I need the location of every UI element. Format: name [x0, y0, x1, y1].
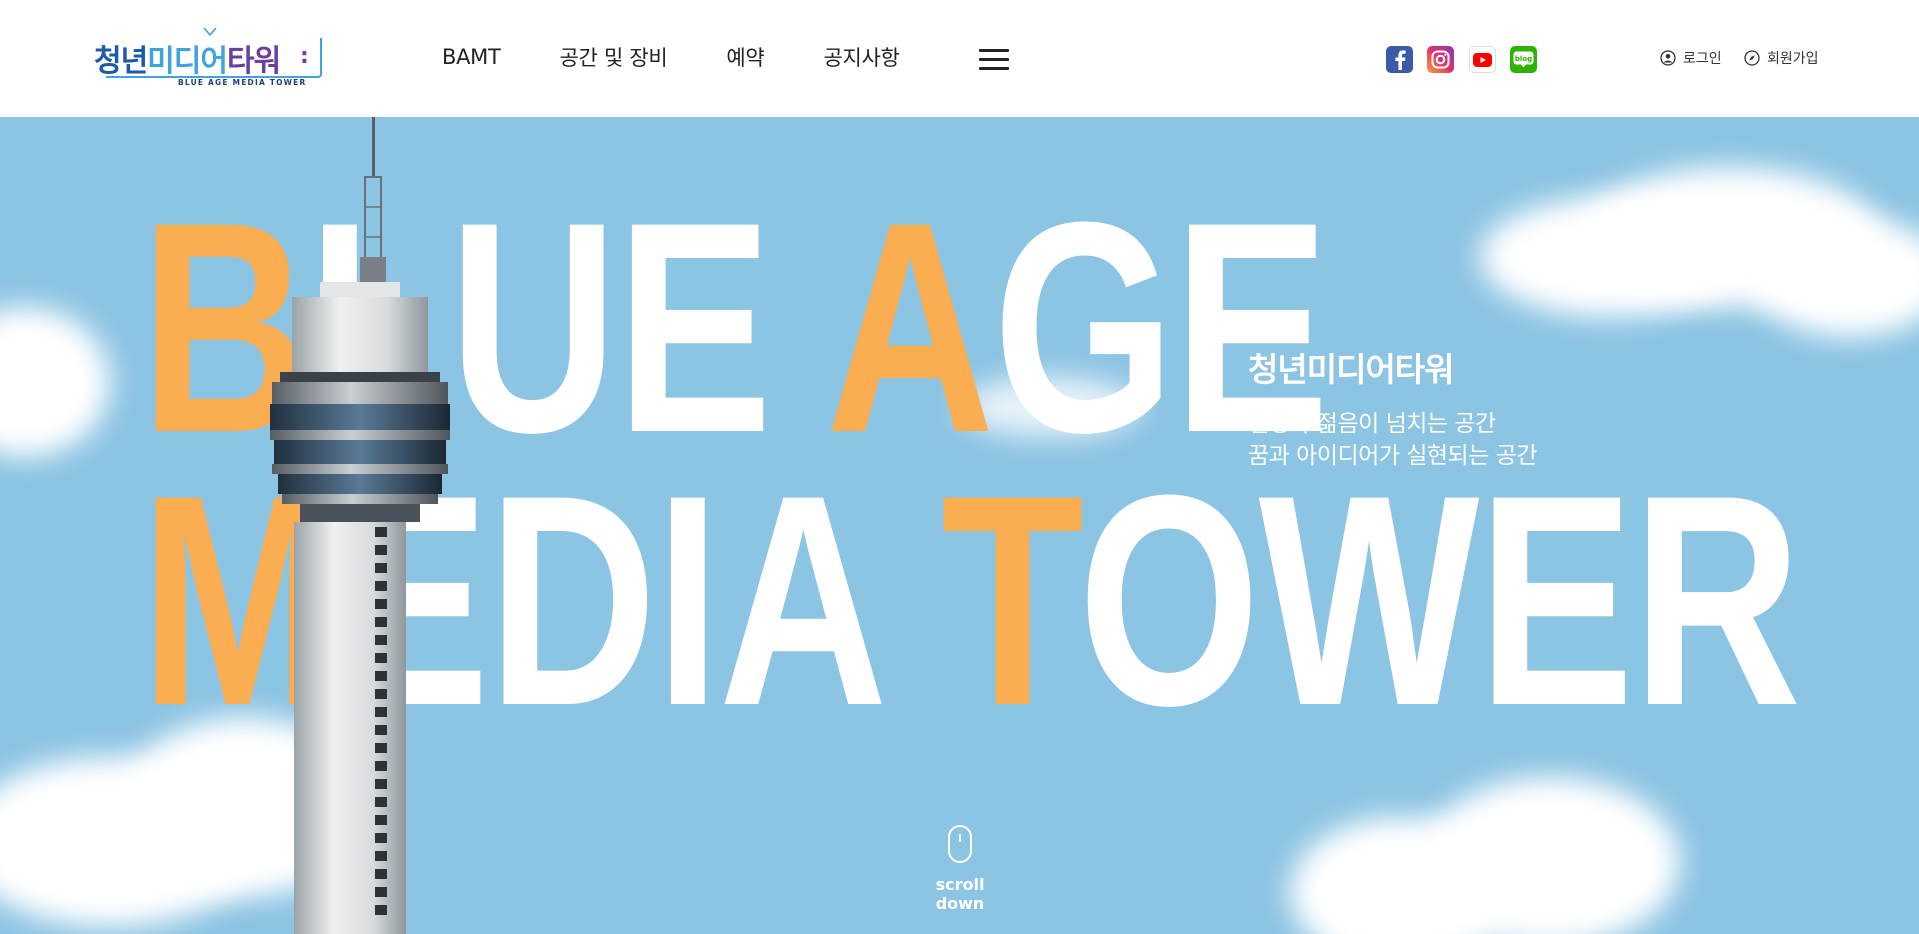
login-link[interactable]: 로그인 — [1660, 48, 1722, 68]
cloud — [1420, 777, 1680, 934]
login-label: 로그인 — [1683, 51, 1722, 67]
youtube-icon[interactable] — [1469, 46, 1496, 73]
hero-line-2: 꿈과 아이디어가 실현되는 공간 — [1248, 443, 1538, 469]
logo-title-part2: 미디어 — [147, 44, 228, 79]
facebook-icon[interactable] — [1386, 46, 1413, 73]
hamburger-icon[interactable] — [979, 49, 1009, 71]
main-nav: BAMT 공간 및 장비 예약 공지사항 — [442, 42, 959, 72]
hero-section: BLUE AGE MEDIA TOWER 청년미디어타워 열정과 젊음이 넘치는… — [0, 117, 1919, 934]
site-header: 청년미디어타워 : BLUE AGE MEDIA TOWER BAMT 공간 및… — [0, 0, 1919, 117]
logo-subtitle: BLUE AGE MEDIA TOWER — [178, 78, 307, 87]
nav-item-reservation[interactable]: 예약 — [726, 42, 764, 72]
instagram-icon[interactable] — [1427, 46, 1454, 73]
mouse-icon — [948, 825, 972, 863]
tower-image — [270, 117, 450, 934]
user-icon — [1660, 50, 1676, 66]
hero-copy: 청년미디어타워 열정과 젊음이 넘치는 공간 꿈과 아이디어가 실현되는 공간 — [1248, 343, 1538, 472]
logo-dots-icon: : — [300, 44, 309, 69]
join-label: 회원가입 — [1767, 51, 1819, 67]
scroll-down-button[interactable]: scroll down — [910, 825, 1010, 913]
logo-title-part1: 청년 — [94, 44, 148, 79]
site-logo[interactable]: 청년미디어타워 : BLUE AGE MEDIA TOWER — [94, 28, 324, 90]
blog-icon[interactable]: blog — [1510, 46, 1537, 73]
logo-title: 청년미디어타워 — [94, 36, 281, 80]
compass-icon — [1744, 50, 1760, 66]
nav-item-bamt[interactable]: BAMT — [442, 45, 501, 69]
nav-item-space-equipment[interactable]: 공간 및 장비 — [560, 42, 668, 72]
logo-title-part3: 타워 — [227, 44, 281, 79]
join-link[interactable]: 회원가입 — [1744, 48, 1819, 68]
headline-letter-t: T — [940, 432, 1080, 768]
blog-label: blog — [1515, 55, 1532, 63]
antenna-icon — [203, 28, 217, 36]
headline-letters-ower: OWER — [1078, 432, 1801, 768]
nav-item-notice[interactable]: 공지사항 — [823, 42, 899, 72]
hero-line-1: 열정과 젊음이 넘치는 공간 — [1248, 411, 1496, 437]
hero-title: 청년미디어타워 — [1248, 350, 1455, 389]
cloud — [0, 307, 110, 457]
scroll-down-label: scroll down — [935, 875, 985, 913]
